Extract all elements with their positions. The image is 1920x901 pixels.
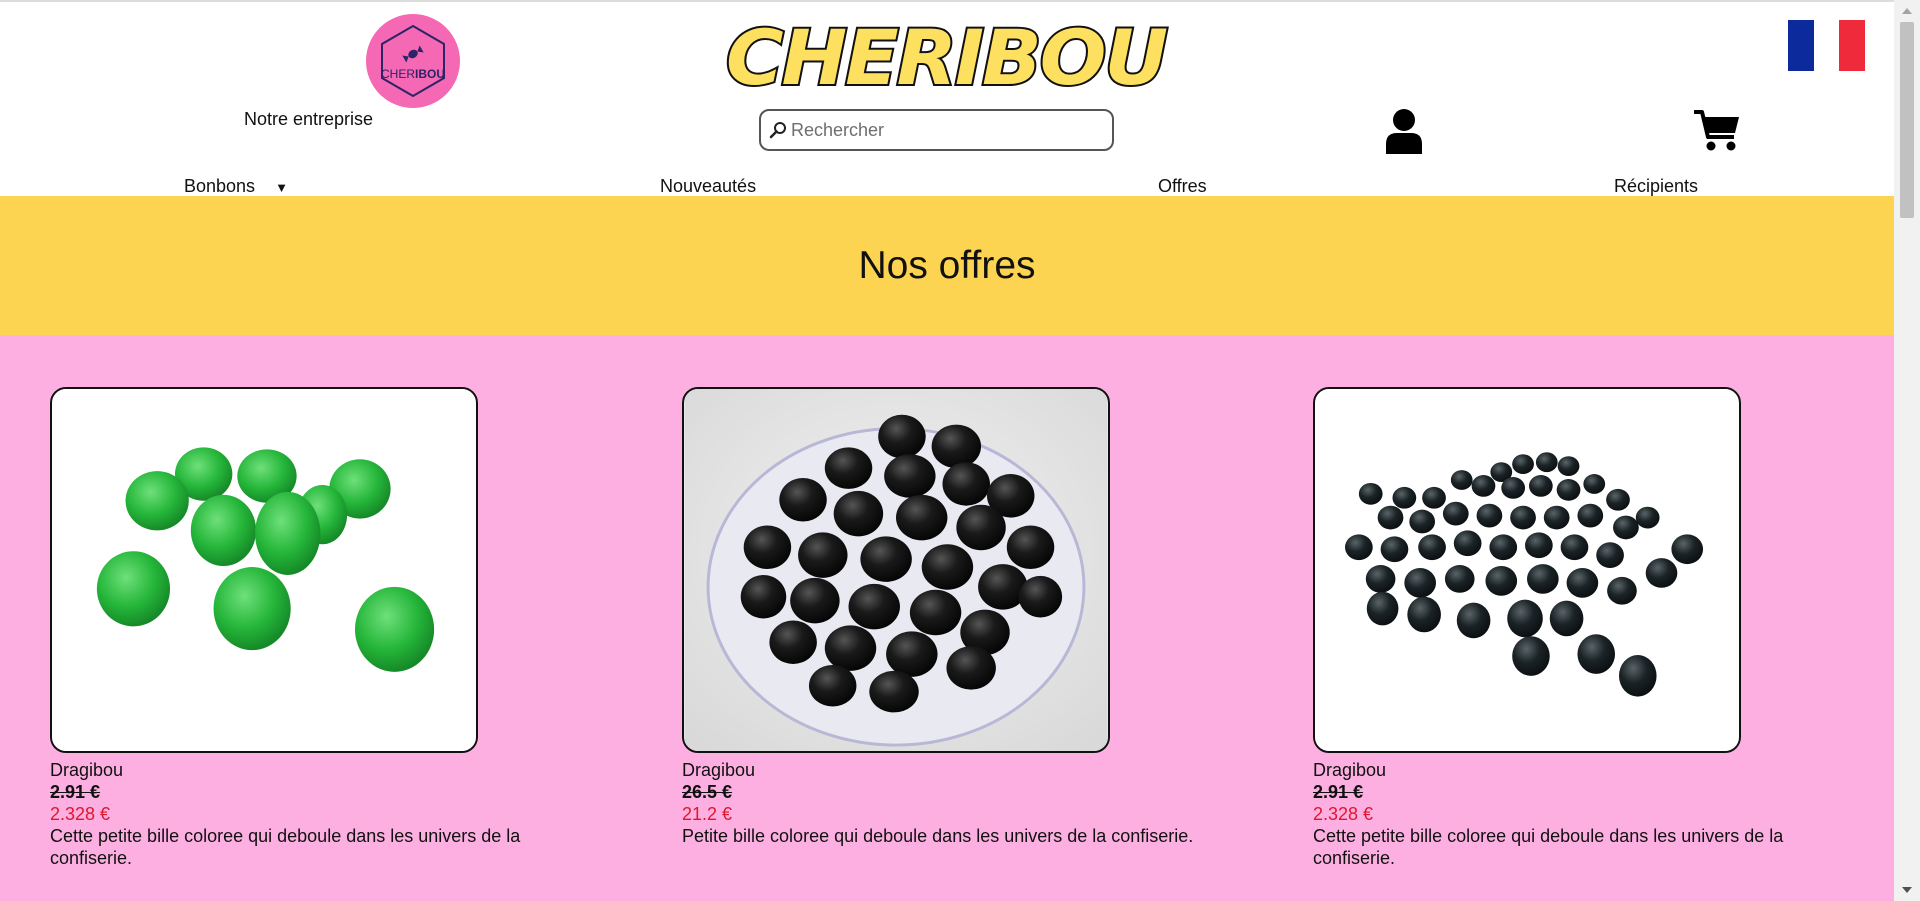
offers-banner: Nos offres	[0, 196, 1894, 335]
product-new-price: 21.2 €	[682, 804, 733, 824]
scroll-down-arrow-icon[interactable]	[1902, 887, 1912, 893]
flag-blue-stripe	[1788, 20, 1814, 71]
company-link[interactable]: Notre entreprise	[244, 109, 373, 130]
product-card[interactable]: Dragibou 2.91 € 2.328 € Cette petite bil…	[50, 387, 570, 869]
logo[interactable]: CHERIBOU	[366, 14, 460, 108]
page-title: Nos offres	[858, 243, 1036, 287]
product-list: Dragibou 2.91 € 2.328 € Cette petite bil…	[0, 335, 1894, 901]
product-image-black-candy[interactable]	[1313, 387, 1741, 753]
logo-text-left: CHER	[381, 67, 415, 81]
nav-nouveautes[interactable]: Nouveautés	[660, 176, 756, 197]
product-new-price: 2.328 €	[1313, 804, 1374, 824]
product-name[interactable]: Dragibou	[682, 759, 1202, 781]
search-icon	[769, 122, 786, 139]
nav-offres[interactable]: Offres	[1158, 176, 1207, 197]
product-old-price: 26.5 €	[682, 782, 733, 802]
language-flag-fr[interactable]	[1788, 20, 1866, 71]
product-description: Cette petite bille coloree qui deboule d…	[1313, 826, 1784, 868]
vertical-scrollbar[interactable]	[1894, 0, 1920, 901]
main-nav: Bonbons ▼ Nouveautés Offres Récipients	[0, 172, 1894, 198]
nav-bonbons[interactable]: Bonbons ▼	[184, 176, 288, 197]
nav-bonbons-label: Bonbons	[184, 176, 256, 196]
svg-text:CHERIBOU: CHERIBOU	[381, 67, 445, 81]
product-name[interactable]: Dragibou	[1313, 759, 1833, 781]
product-description: Petite bille coloree qui deboule dans le…	[682, 826, 1194, 846]
brand-title[interactable]: CHERIBOU	[716, 14, 1176, 98]
user-account-icon[interactable]	[1384, 108, 1424, 154]
search-box[interactable]	[759, 109, 1114, 151]
green-candy-image	[52, 389, 476, 751]
scrollbar-thumb[interactable]	[1900, 22, 1914, 218]
product-card[interactable]: Dragibou 26.5 € 21.2 € Petite bille colo…	[682, 387, 1202, 847]
nav-recipients[interactable]: Récipients	[1614, 176, 1698, 197]
logo-hexagon-icon: CHERIBOU	[381, 24, 445, 98]
shopping-cart-icon[interactable]	[1693, 108, 1741, 154]
black-candy-beads-image	[1315, 389, 1739, 751]
flag-red-stripe	[1839, 20, 1866, 71]
search-input[interactable]	[789, 119, 1091, 141]
product-old-price: 2.91 €	[1313, 782, 1364, 802]
dropdown-caret-icon[interactable]: ▼	[275, 180, 288, 195]
product-description: Cette petite bille coloree qui deboule d…	[50, 826, 521, 868]
product-image-black-candy-bowl[interactable]	[682, 387, 1110, 753]
product-name[interactable]: Dragibou	[50, 759, 570, 781]
black-candy-bowl-image	[684, 389, 1108, 751]
brand-title-text: CHERIBOU	[726, 14, 1167, 98]
product-old-price: 2.91 €	[50, 782, 101, 802]
product-card[interactable]: Dragibou 2.91 € 2.328 € Cette petite bil…	[1313, 387, 1833, 869]
site-header: CHERIBOU Notre entreprise CHERIBOU Bonbo…	[0, 2, 1894, 196]
flag-white-stripe	[1813, 20, 1840, 71]
logo-text-right: IBOU	[415, 67, 445, 81]
product-new-price: 2.328 €	[50, 804, 111, 824]
scroll-up-arrow-icon[interactable]	[1902, 8, 1912, 14]
product-image-green-candy[interactable]	[50, 387, 478, 753]
